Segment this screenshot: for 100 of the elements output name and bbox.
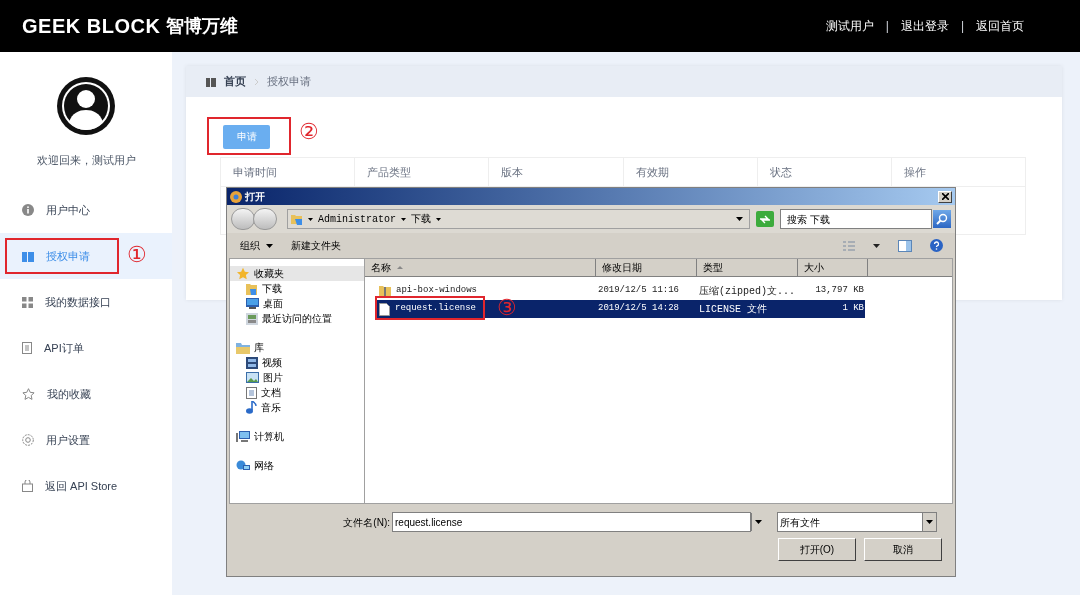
book-icon [22,250,34,262]
caret-icon [755,520,762,524]
dialog-button[interactable]: 打开(O) [778,538,856,561]
nav-link[interactable]: 返回首页 [976,17,1024,35]
column-header: 产品类型 [354,158,489,186]
toolbar-button[interactable]: 新建文件夹 [291,238,341,253]
column-header: 状态 [756,158,891,186]
avatar-icon [56,76,116,136]
gear-icon [22,434,34,446]
sidebar-item[interactable]: 用户中心 [0,187,172,233]
tree-item[interactable]: 桌面 [230,296,364,311]
places-icon [246,312,258,325]
column-header: 操作 [890,158,1026,186]
search-icon [936,213,948,225]
sidebar-item[interactable]: 返回 API Store [0,463,172,509]
desktop-icon [246,298,259,309]
column-header[interactable]: 名称 [365,259,596,276]
column-header: 有效期 [622,158,757,186]
address-bar[interactable]: Administrator 下载 [287,209,750,229]
dropdown-button[interactable] [922,513,936,531]
close-button[interactable] [938,190,952,203]
file-icon [379,302,390,316]
sidebar-item[interactable]: 授权申请 ① [0,233,172,279]
separator-text: | [885,18,889,35]
file-name[interactable]: request.license [395,302,476,316]
nav-link[interactable]: 测试用户 [825,17,874,35]
music-note-icon [246,401,257,414]
column-header[interactable]: 类型 [697,259,798,276]
column-header[interactable]: 大小 [798,259,868,276]
search-field[interactable]: 搜索 下载 [780,209,932,229]
tree-item[interactable]: 网络 [230,458,364,473]
tree-item[interactable]: 文档 [230,385,364,400]
caret-icon [436,217,441,221]
file-type-select[interactable]: 所有文件 [777,512,937,532]
sidebar-item[interactable]: 用户设置 [0,417,172,463]
tree-item[interactable]: 收藏夹 [230,266,364,281]
sidebar-item[interactable]: 我的数据接口 [0,279,172,325]
sidebar-item[interactable]: API订单 [0,325,172,371]
refresh-button[interactable] [756,211,774,227]
caret-icon [926,520,933,524]
path-segment[interactable]: 下载 [411,211,431,227]
preview-pane-icon[interactable] [898,239,912,252]
step-number: ② [299,119,319,145]
filename-field[interactable]: request.license [392,512,751,532]
nav-link[interactable]: 退出登录 [900,17,949,35]
computer-icon [236,430,250,443]
logo-text: GEEK BLOCK [22,14,161,39]
file-size: 1 KB [841,302,864,316]
column-header: 申请时间 [232,164,278,180]
file-type: 压缩(zipped)文... [698,284,796,299]
sidebar-item[interactable]: 我的收藏 [0,371,172,417]
path-segment[interactable]: Administrator [318,211,396,227]
document-icon [246,386,257,399]
filename-label: 文件名(N): [342,515,391,530]
book-icon [206,76,216,87]
file-type: LICENSE 文件 [698,302,768,317]
refresh-icon [759,214,771,224]
tree-item[interactable]: 最近访问的位置 [230,311,364,326]
image-icon [246,372,259,383]
zip-folder-icon [379,284,391,298]
tree-item[interactable]: 视频 [230,355,364,370]
chevron-icon [254,77,259,86]
caret-icon[interactable] [736,217,743,221]
breadcrumb-current: 授权申请 [267,74,311,90]
tree-item[interactable]: 音乐 [230,400,364,415]
folder-icon [246,282,258,295]
welcome-text: 欢迎回来，测试用户 [36,153,136,168]
tree-item[interactable]: 库 [230,340,364,355]
separator-text: | [960,18,964,35]
file-size: 13,797 KB [814,284,864,298]
toolbar-button[interactable]: 组织 [240,238,273,253]
logo-text: 智博万维 [166,14,239,38]
help-icon[interactable] [930,239,943,252]
step-number: ① [127,242,147,268]
video-icon [246,356,258,369]
file-date: 2019/12/5 11:16 [597,284,680,298]
sort-icon [397,266,403,269]
network-icon [236,459,250,472]
column-header: 版本 [488,158,623,186]
dialog-title: 打开 [245,190,266,204]
document-icon [22,342,32,354]
star-icon [236,267,250,280]
tree-item[interactable]: 计算机 [230,429,364,444]
grid-icon [22,296,33,308]
file-date: 2019/12/5 14:28 [597,302,680,316]
folder-icon [291,213,303,225]
caret-icon [308,217,313,221]
folder-icon [236,341,250,354]
file-name[interactable]: api-box-windows [396,284,477,298]
tree-item[interactable]: 下载 [230,281,364,296]
search-button[interactable] [933,210,951,228]
app-icon [230,190,242,203]
column-header[interactable]: 修改日期 [596,259,697,276]
dialog-button[interactable]: 取消 [864,538,942,561]
tree-item[interactable]: 图片 [230,370,364,385]
caret-icon[interactable] [873,243,880,248]
star-icon [22,388,35,400]
breadcrumb-link[interactable]: 首页 [224,73,246,90]
info-icon [22,204,34,216]
close-icon [941,193,949,200]
